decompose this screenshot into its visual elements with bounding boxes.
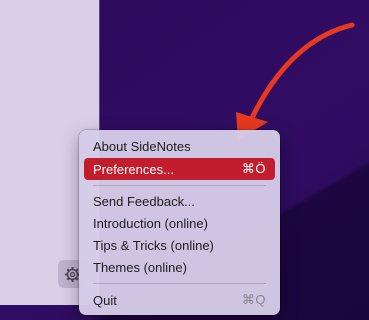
menu-item-label: Send Feedback... — [93, 193, 195, 209]
menu-item-preferences[interactable]: Preferences... ⌘Ö — [84, 158, 275, 180]
menu-item-label: About SideNotes — [93, 138, 191, 154]
menu-separator — [93, 185, 266, 186]
menu-item-label: Introduction (online) — [93, 215, 208, 231]
menu-item-label: Preferences... — [93, 161, 174, 177]
menu-item-about[interactable]: About SideNotes — [84, 135, 275, 157]
menu-separator — [93, 283, 266, 284]
menu-item-introduction[interactable]: Introduction (online) — [84, 212, 275, 234]
menu-item-label: Tips & Tricks (online) — [93, 237, 214, 253]
shortcut-label: ⌘Ö — [241, 161, 266, 176]
menu-item-label: Quit — [93, 292, 117, 308]
shortcut-label: ⌘Q — [241, 292, 266, 307]
menu-item-label: Themes (online) — [93, 259, 187, 275]
menu-item-send-feedback[interactable]: Send Feedback... — [84, 190, 275, 212]
menu-item-quit[interactable]: Quit ⌘Q — [84, 289, 275, 311]
context-menu: About SideNotes Preferences... ⌘Ö Send F… — [79, 130, 280, 315]
menu-item-tips[interactable]: Tips & Tricks (online) — [84, 234, 275, 256]
gear-icon — [64, 266, 80, 282]
menu-item-themes[interactable]: Themes (online) — [84, 256, 275, 278]
